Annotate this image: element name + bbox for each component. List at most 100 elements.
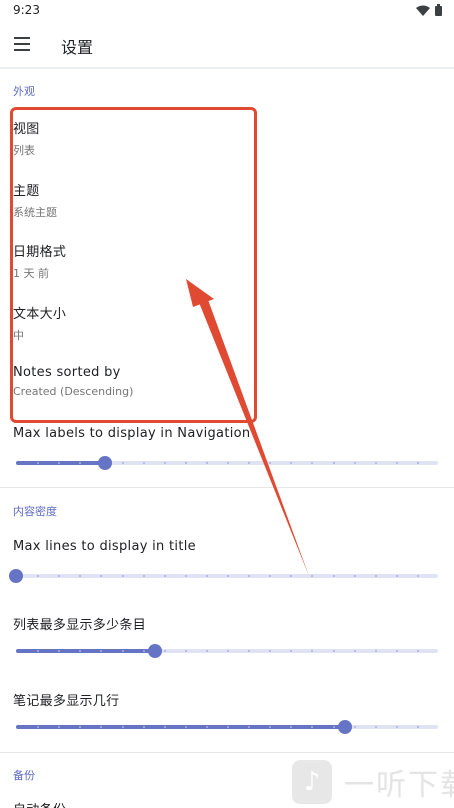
slider-thumb[interactable] [9, 569, 23, 583]
pref-date-format[interactable]: 日期格式 1 天 前 [13, 241, 66, 281]
battery-icon [435, 4, 442, 16]
pref-notes-sorted-by-title: Notes sorted by [13, 365, 121, 380]
slider-tick [374, 462, 377, 464]
slider-tick [416, 462, 419, 464]
slider-tick [100, 650, 103, 652]
slider-tick [121, 462, 124, 464]
slider-tick [205, 726, 208, 728]
pref-date-format-summary: 1 天 前 [13, 267, 49, 280]
slider-tick [395, 462, 398, 464]
slider-tick [184, 650, 187, 652]
section-header-appearance: 外观 [13, 85, 35, 98]
slider-tick [37, 575, 40, 577]
section-divider [0, 487, 454, 488]
slider-tick [311, 726, 314, 728]
slider-tick [163, 462, 166, 464]
slider-tick [290, 726, 293, 728]
slider-tick [290, 575, 293, 577]
slider-tick [353, 650, 356, 652]
list-items-slider[interactable] [16, 643, 438, 659]
slider-tick [290, 650, 293, 652]
slider-thumb[interactable] [148, 644, 163, 658]
slider-tick [142, 462, 145, 464]
watermark-logo: ♪ [292, 760, 332, 804]
pref-view-summary: 列表 [13, 144, 35, 157]
slider-thumb[interactable] [97, 456, 112, 470]
slider-tick [58, 462, 61, 464]
slider-tick [163, 575, 166, 577]
slider-tick [227, 575, 229, 577]
slider-tick [248, 650, 251, 652]
nav-labels-slider[interactable] [16, 455, 438, 471]
slider-thumb[interactable] [338, 720, 353, 734]
slider-ticks [16, 575, 438, 577]
slider-tick [311, 575, 314, 577]
note-lines-slider-label: 笔记最多显示几行 [13, 694, 120, 709]
slider-tick [121, 575, 124, 577]
pref-auto-backup[interactable]: 自动备份 [13, 799, 66, 808]
slider-tick [142, 575, 145, 577]
slider-tick [142, 650, 145, 652]
slider-tick [79, 726, 82, 728]
title-lines-slider[interactable] [9, 568, 438, 584]
slider-tick [395, 575, 398, 577]
slider-tick [100, 726, 103, 728]
pref-theme[interactable]: 主题 系统主题 [13, 180, 57, 220]
watermark-text: 一听下载 [344, 768, 454, 803]
slider-tick [142, 726, 145, 728]
pref-auto-backup-title: 自动备份 [13, 799, 66, 808]
slider-tick [205, 650, 208, 652]
slider-tick [58, 726, 61, 728]
title-lines-slider-label: Max lines to display in title [13, 539, 196, 554]
pref-theme-summary: 系统主题 [13, 206, 57, 219]
app-bar: 设置 [0, 22, 454, 66]
status-bar: 9:23 [0, 0, 454, 22]
slider-tick [311, 650, 314, 652]
slider-tick [416, 575, 419, 577]
slider-tick [163, 726, 166, 728]
slider-tick [416, 726, 419, 728]
watermark: ♪ 一听下载 [292, 760, 454, 804]
slider-tick [269, 650, 272, 652]
slider-tick [269, 462, 272, 464]
slider-ticks [16, 726, 438, 728]
pref-text-size-summary: 中 [13, 329, 24, 342]
slider-ticks [16, 462, 438, 464]
slider-tick [227, 462, 229, 464]
slider-tick [332, 650, 335, 652]
slider-tick [395, 726, 398, 728]
section-divider [0, 752, 454, 753]
pref-text-size[interactable]: 文本大小 中 [13, 303, 66, 343]
slider-tick [290, 462, 293, 464]
pref-text-size-title: 文本大小 [13, 307, 67, 322]
slider-tick [227, 650, 229, 652]
slider-tick [353, 462, 356, 464]
section-header-content-density: 内容密度 [13, 505, 57, 518]
slider-tick [248, 575, 251, 577]
pref-view[interactable]: 视图 列表 [13, 118, 40, 158]
slider-tick [121, 726, 124, 728]
slider-tick [374, 650, 377, 652]
pref-notes-sorted-by[interactable]: Notes sorted by Created (Descending) [13, 365, 133, 398]
slider-tick [269, 726, 272, 728]
pref-theme-title: 主题 [13, 184, 40, 199]
slider-tick [353, 575, 356, 577]
slider-tick [184, 726, 187, 728]
slider-tick [100, 575, 103, 577]
menu-icon[interactable] [14, 37, 34, 51]
slider-tick [374, 575, 377, 577]
note-lines-slider[interactable] [16, 719, 438, 735]
slider-tick [248, 462, 251, 464]
wifi-icon [416, 5, 430, 16]
slider-tick [184, 575, 187, 577]
slider-tick [58, 575, 61, 577]
page-title: 设置 [61, 38, 94, 57]
slider-tick [205, 462, 208, 464]
slider-tick [248, 726, 251, 728]
annotation-arrow [186, 279, 309, 576]
slider-tick [79, 650, 82, 652]
slider-tick [205, 575, 208, 577]
slider-tick [79, 462, 82, 464]
pref-view-title: 视图 [13, 122, 40, 137]
slider-tick [37, 650, 40, 652]
